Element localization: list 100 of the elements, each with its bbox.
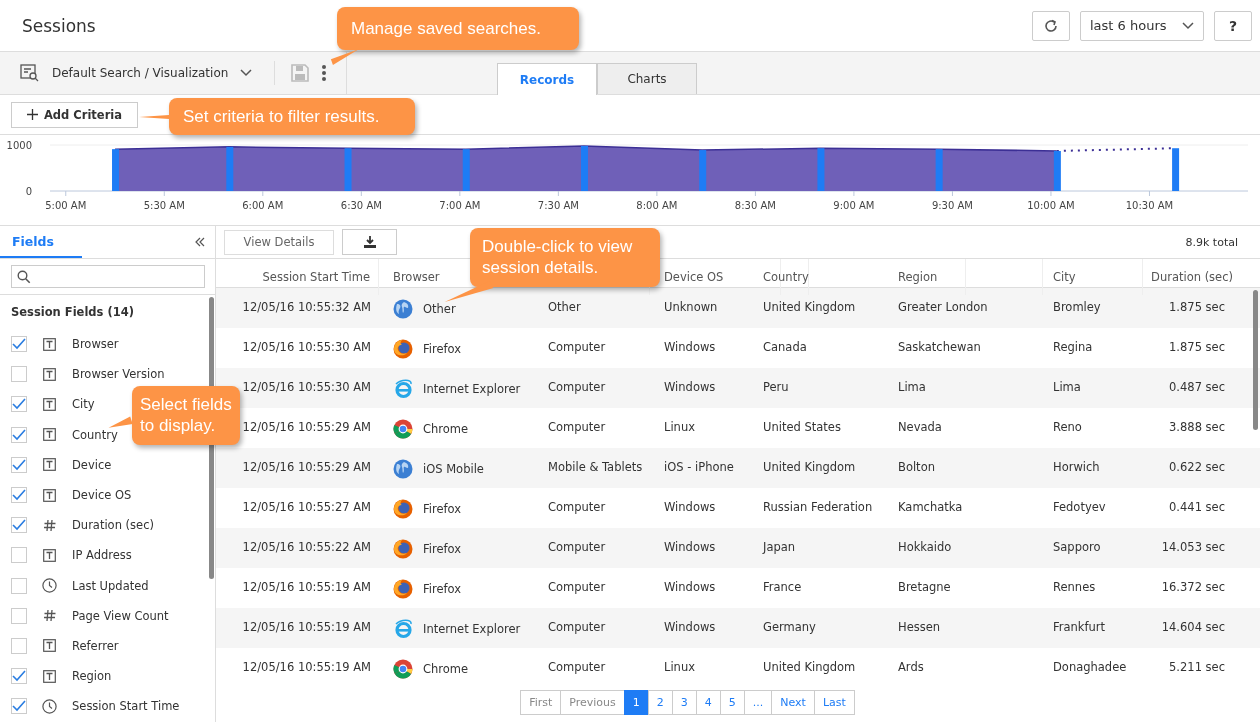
axis-label: 6:00 AM: [242, 200, 284, 211]
table-cell: 5.211 sec: [1169, 660, 1225, 674]
table-cell: Sapporo: [1053, 540, 1101, 554]
field-label: Device: [72, 457, 112, 472]
checkbox[interactable]: [11, 426, 27, 443]
help-button[interactable]: ?: [1214, 10, 1252, 41]
table-cell: United States: [763, 420, 841, 434]
refresh-button[interactable]: [1032, 10, 1070, 41]
clock-icon: [42, 578, 57, 594]
more-options-icon[interactable]: [321, 64, 328, 82]
hash-icon: [42, 609, 57, 623]
time-range-dropdown[interactable]: last 6 hours: [1080, 10, 1204, 41]
column-header[interactable]: Device OS: [664, 270, 724, 284]
checkbox[interactable]: [11, 366, 27, 383]
add-criteria-button[interactable]: Add Criteria: [11, 101, 138, 128]
checkbox[interactable]: [11, 607, 27, 624]
table-cell: Peru: [763, 380, 789, 394]
column-header[interactable]: Country: [763, 270, 809, 284]
column-header[interactable]: Duration (sec): [1151, 270, 1233, 284]
table-cell: Computer: [548, 540, 606, 554]
field-label: Browser: [72, 337, 119, 352]
table-cell: Kamchatka: [898, 500, 963, 514]
text-type-icon: [42, 397, 57, 411]
table-cell: Bolton: [898, 460, 935, 474]
text-type-icon: [42, 337, 57, 351]
table-cell: iOS Mobile: [423, 462, 484, 476]
table-cell: Computer: [548, 380, 606, 394]
table-cell: Rennes: [1053, 580, 1096, 594]
table-cell: Linux: [664, 420, 695, 434]
page-button[interactable]: Last: [813, 690, 855, 715]
table-cell: France: [763, 580, 802, 594]
globe-icon: [393, 459, 413, 479]
view-tab[interactable]: Charts: [597, 63, 697, 94]
text-type-icon: [42, 458, 57, 472]
view-details-button[interactable]: View Details: [224, 229, 334, 255]
table-cell: Nevada: [898, 420, 942, 434]
search-icon: [17, 269, 31, 284]
search-field[interactable]: [11, 265, 205, 288]
table-cell: Windows: [664, 340, 716, 354]
column-header[interactable]: Region: [898, 270, 938, 284]
bar: [226, 146, 234, 191]
checkbox[interactable]: [11, 487, 27, 504]
table-cell: Windows: [664, 540, 716, 554]
column-header[interactable]: Browser: [393, 270, 440, 284]
clock-icon: [42, 698, 57, 714]
scrollbar[interactable]: [1253, 290, 1258, 430]
table-cell: Windows: [664, 500, 716, 514]
table-cell: Chrome: [423, 662, 469, 676]
column-header[interactable]: Session Start Time: [262, 270, 370, 284]
checkbox[interactable]: [11, 637, 27, 654]
wheel-icon: [393, 419, 413, 439]
axis-label: 9:00 AM: [833, 200, 875, 211]
axis-label: 9:30 AM: [931, 200, 973, 211]
page-button[interactable]: 5: [719, 690, 745, 715]
download-button[interactable]: [342, 229, 397, 255]
table-cell: United Kingdom: [763, 300, 856, 314]
search-list-icon[interactable]: [20, 64, 40, 82]
table-cell: Computer: [548, 620, 606, 634]
checkbox[interactable]: [11, 577, 27, 594]
wheel-icon: [393, 659, 413, 679]
table-cell: 12/05/16 10:55:22 AM: [242, 540, 371, 554]
saved-search-dropdown[interactable]: Default Search / Visualization: [52, 66, 253, 80]
page-button[interactable]: Next: [771, 690, 815, 715]
table-cell: Greater London: [898, 300, 988, 314]
column-header[interactable]: City: [1053, 270, 1076, 284]
checkbox[interactable]: [11, 547, 27, 564]
table-cell: Reno: [1053, 420, 1082, 434]
table-cell: Computer: [548, 420, 606, 434]
total-count: 8.9k total: [1185, 235, 1238, 249]
checkbox[interactable]: [11, 396, 27, 413]
collapse-icon[interactable]: [195, 237, 205, 247]
page-button[interactable]: 3: [671, 690, 697, 715]
axis-label: 5:30 AM: [143, 200, 185, 211]
checkbox[interactable]: [11, 456, 27, 473]
page-button[interactable]: Previous: [560, 690, 625, 715]
text-type-icon: [42, 488, 57, 502]
fields-tab[interactable]: Fields: [0, 226, 82, 258]
chevron-down-icon: [240, 69, 253, 77]
bar: [462, 149, 470, 191]
table-cell: Chrome: [423, 422, 469, 436]
table-cell: 0.487 sec: [1169, 380, 1225, 394]
table-cell: Japan: [763, 540, 796, 554]
field-label: Referrer: [72, 638, 119, 653]
table-cell: Computer: [548, 660, 606, 674]
checkbox[interactable]: [11, 698, 27, 715]
checkbox[interactable]: [11, 517, 27, 534]
page-button[interactable]: 4: [695, 690, 721, 715]
page-button[interactable]: 2: [647, 690, 673, 715]
table-cell: Canada: [763, 340, 807, 354]
page-button[interactable]: First: [520, 690, 562, 715]
page-button[interactable]: 1: [623, 690, 649, 715]
checkbox[interactable]: [11, 668, 27, 685]
globe-icon: [393, 299, 413, 319]
axis-label: 7:30 AM: [537, 200, 579, 211]
view-tab[interactable]: Records: [497, 63, 597, 95]
table-cell: iOS - iPhone: [664, 460, 734, 474]
axis-label: 6:30 AM: [340, 200, 382, 211]
table-cell: Horwich: [1053, 460, 1100, 474]
checkbox[interactable]: [11, 336, 27, 353]
flame-globe-icon: [393, 499, 413, 519]
